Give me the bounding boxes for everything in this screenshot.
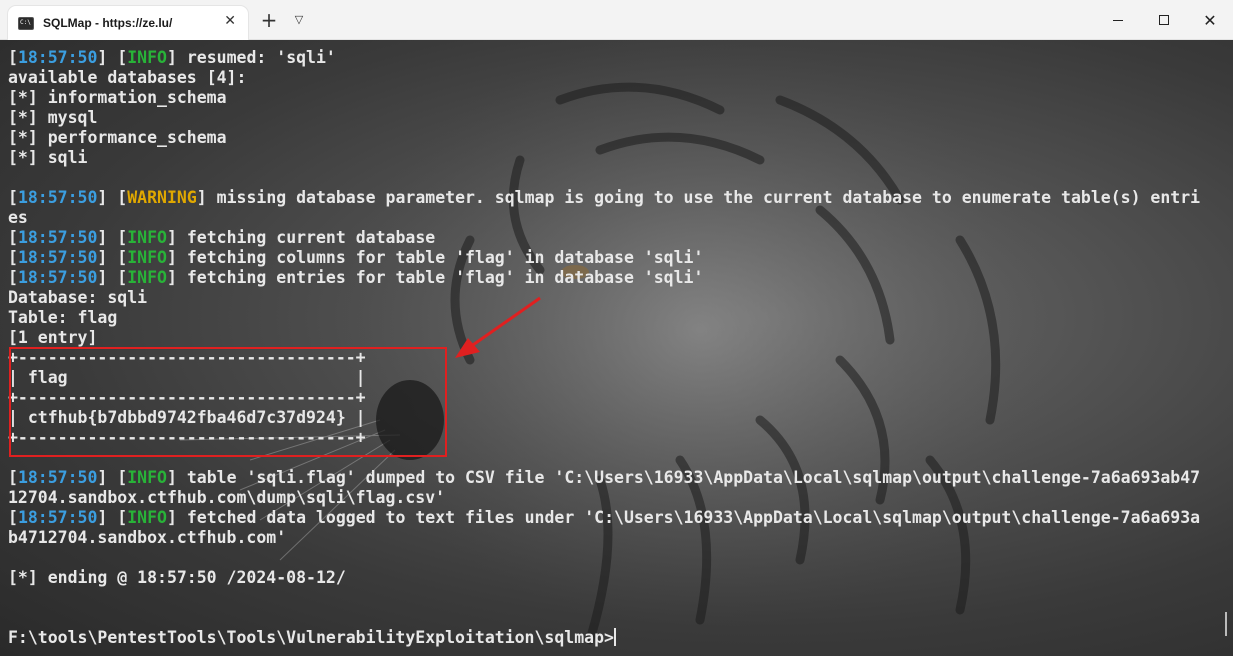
close-icon: ✕	[1203, 10, 1217, 30]
close-button[interactable]: ✕	[1187, 0, 1233, 40]
minimize-button[interactable]	[1095, 0, 1141, 40]
scrollbar[interactable]	[1225, 612, 1227, 636]
tab-title: SQLMap - https://ze.lu/	[43, 16, 173, 30]
terminal-window: SQLMap - https://ze.lu/ ✕ + ▽ ✕	[0, 0, 1233, 656]
terminal-area[interactable]: [18:57:50] [INFO] resumed: 'sqli' availab…	[0, 40, 1233, 656]
maximize-icon	[1159, 15, 1169, 25]
red-arrow-icon	[455, 296, 541, 358]
minimize-icon	[1113, 19, 1123, 21]
terminal-icon	[18, 16, 34, 30]
tab-close-icon[interactable]: ✕	[224, 13, 236, 29]
title-bar: SQLMap - https://ze.lu/ ✕ + ▽ ✕	[0, 0, 1233, 40]
chevron-down-icon[interactable]: ▽	[287, 8, 311, 32]
maximize-button[interactable]	[1141, 0, 1187, 40]
tab-sqlmap[interactable]: SQLMap - https://ze.lu/ ✕	[8, 6, 248, 40]
new-tab-icon[interactable]: +	[257, 8, 281, 32]
